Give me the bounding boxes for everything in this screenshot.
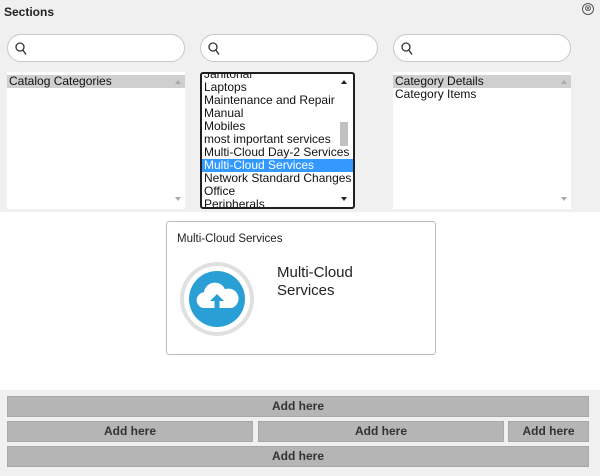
title-bar: Sections ⊗ <box>0 0 600 26</box>
search-input-right[interactable] <box>418 39 560 57</box>
preview-area: Multi-Cloud Services Multi-Cloud Service… <box>0 212 600 390</box>
scroll-up-arrow[interactable] <box>175 80 181 84</box>
scroll-up-arrow[interactable] <box>341 80 347 84</box>
category-list[interactable]: Janitorial Laptops Maintenance and Repair M… <box>200 72 355 209</box>
catalog-list[interactable]: Catalog Categories <box>7 72 185 209</box>
search-field-left[interactable] <box>7 34 185 62</box>
list-item[interactable]: Category Items <box>393 88 571 101</box>
search-icon <box>208 42 220 55</box>
service-card[interactable]: Multi-Cloud Services Multi-Cloud Service… <box>166 221 436 355</box>
add-here-row-2-left[interactable]: Add here <box>7 421 253 442</box>
list-item[interactable]: Peripherals <box>202 198 353 208</box>
card-title: Multi-Cloud Services <box>177 233 283 245</box>
card-service-name: Multi-Cloud Services <box>277 264 353 299</box>
page-title: Sections <box>4 5 55 19</box>
list-item[interactable]: Catalog Categories <box>7 75 185 88</box>
cloud-upload-icon <box>180 262 254 336</box>
search-field-middle[interactable] <box>200 34 378 62</box>
scroll-up-arrow[interactable] <box>561 80 567 84</box>
add-here-row-3[interactable]: Add here <box>7 446 589 467</box>
search-input-left[interactable] <box>32 39 174 57</box>
scroll-down-arrow[interactable] <box>341 197 347 201</box>
close-icon[interactable]: ⊗ <box>582 3 594 15</box>
scroll-down-arrow[interactable] <box>561 197 567 201</box>
search-input-middle[interactable] <box>225 39 367 57</box>
scrollbar-thumb[interactable] <box>340 122 348 146</box>
add-here-row-2-middle[interactable]: Add here <box>258 421 504 442</box>
add-here-row-2-right[interactable]: Add here <box>508 421 589 442</box>
scroll-down-arrow[interactable] <box>175 197 181 201</box>
add-here-row-1[interactable]: Add here <box>7 396 589 417</box>
details-list[interactable]: Category Details Category Items <box>393 72 571 209</box>
search-field-right[interactable] <box>393 34 571 62</box>
search-icon <box>15 42 27 55</box>
search-icon <box>401 42 413 55</box>
